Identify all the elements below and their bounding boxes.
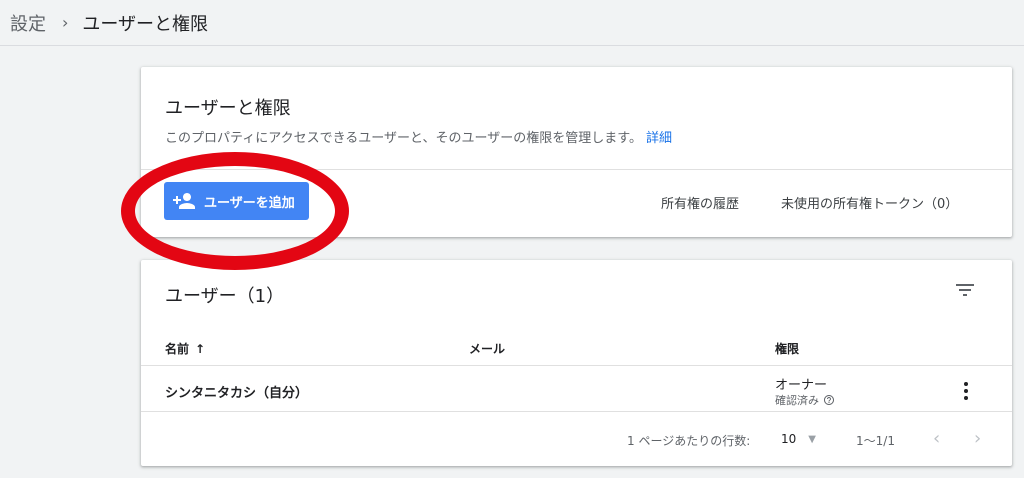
breadcrumb-settings[interactable]: 設定 (10, 10, 46, 36)
help-icon[interactable] (823, 394, 835, 406)
user-status: 確認済み (775, 392, 835, 408)
user-name: シンタニタカシ（自分） (165, 386, 309, 401)
chevron-right-icon: › (62, 13, 69, 32)
dropdown-arrow-icon: ▼ (808, 433, 816, 445)
rows-per-page-label: 1 ページあたりの行数: (627, 434, 751, 448)
users-header: ユーザー（1） (165, 286, 285, 307)
column-header-email[interactable]: メール (469, 340, 505, 357)
unused-tokens-button[interactable]: 未使用の所有権トークン（0） (781, 193, 958, 212)
ownership-history-button[interactable]: 所有権の履歴 (661, 193, 739, 212)
page-title: ユーザーと権限 (165, 98, 291, 119)
rows-per-page-select[interactable]: 10 ▼ (781, 432, 816, 446)
pagination-range: 1〜1/1 (856, 434, 895, 448)
description-text: このプロパティにアクセスできるユーザーと、そのユーザーの権限を管理します。 (165, 131, 642, 146)
divider (141, 365, 1012, 366)
user-status-text: 確認済み (775, 394, 819, 407)
more-vert-icon[interactable] (959, 379, 973, 403)
breadcrumb: 設定 › ユーザーと権限 (0, 0, 1024, 46)
filter-icon[interactable] (953, 278, 977, 302)
sort-arrow-up-icon: ↑ (195, 341, 206, 356)
column-name-label: 名前 (165, 342, 190, 356)
user-role: オーナー (775, 378, 828, 393)
breadcrumb-current: ユーザーと権限 (82, 13, 209, 35)
chevron-right-icon[interactable]: › (974, 428, 981, 449)
rows-per-page-value: 10 (781, 432, 797, 446)
divider (141, 411, 1012, 412)
column-header-name[interactable]: 名前 ↑ (165, 340, 205, 357)
users-table-card: ユーザー（1） 名前 ↑ メール 権限 シンタニタカシ（自分） オーナー 確認済… (141, 260, 1012, 466)
highlight-circle (121, 152, 349, 270)
column-header-permission[interactable]: 権限 (775, 340, 799, 357)
page-description: このプロパティにアクセスできるユーザーと、そのユーザーの権限を管理します。 詳細 (165, 127, 672, 146)
chevron-left-icon[interactable]: ‹ (933, 428, 940, 449)
details-link[interactable]: 詳細 (646, 131, 672, 146)
